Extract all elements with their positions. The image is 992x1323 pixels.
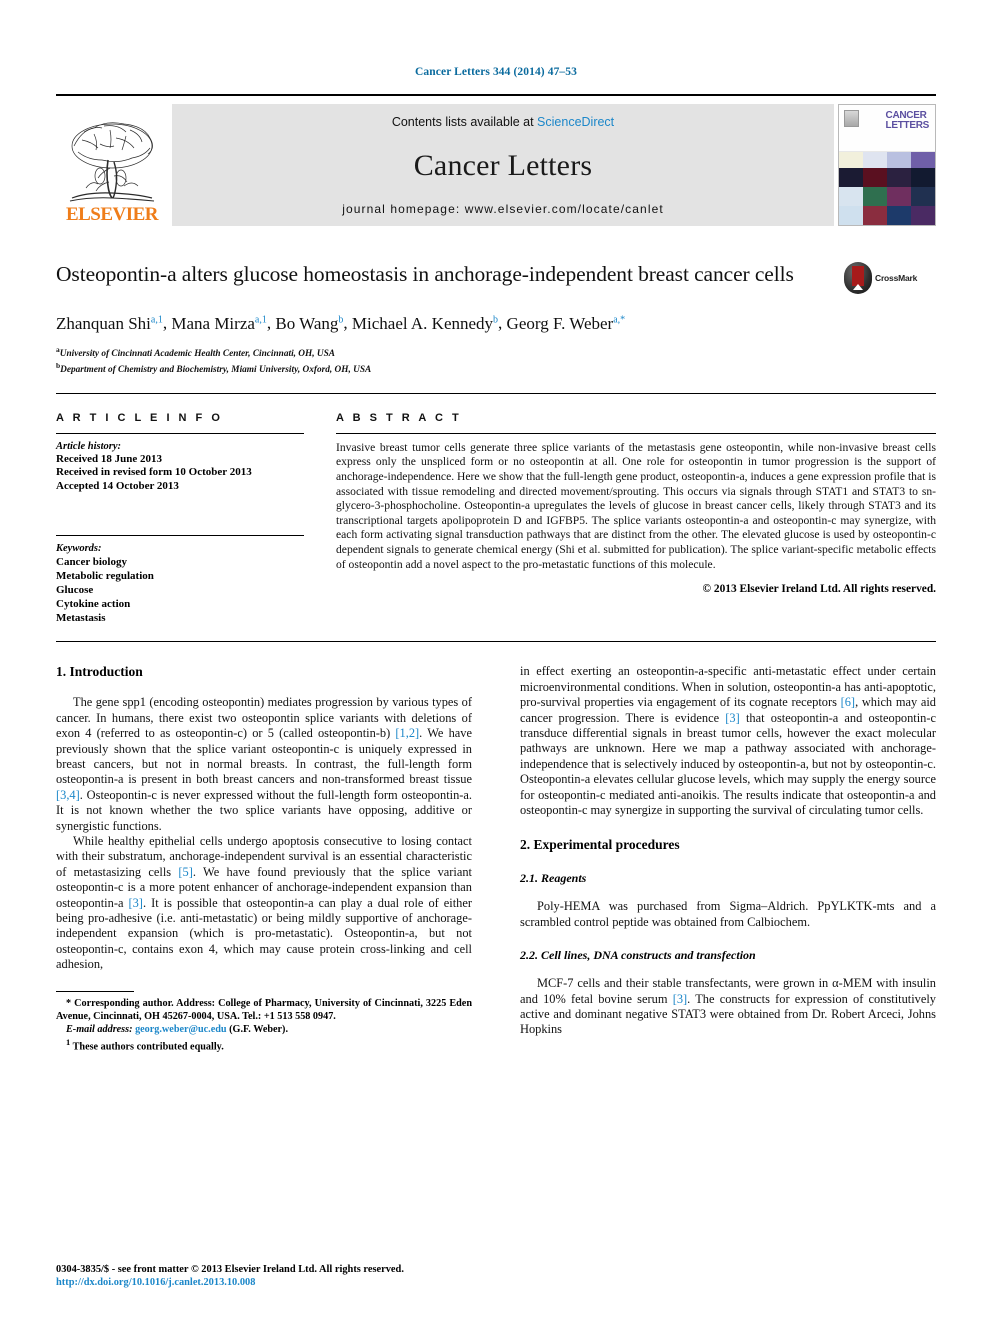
author: Georg F. Webera,* [506,313,626,333]
article-info-column: A R T I C L E I N F O Article history: R… [56,412,336,626]
left-column: 1. Introduction The gene spp1 (encoding … [56,664,472,1053]
doi-link[interactable]: http://dx.doi.org/10.1016/j.canlet.2013.… [56,1276,576,1289]
intro-paragraph-1: The gene spp1 (encoding osteopontin) med… [56,695,472,833]
issn-copyright-line: 0304-3835/$ - see front matter © 2013 El… [56,1264,404,1275]
subsection-heading-cell-lines: 2.2. Cell lines, DNA constructs and tran… [520,948,756,963]
running-head: Cancer Letters 344 (2014) 47–53 [415,66,577,78]
cell-lines-paragraph: MCF-7 cells and their stable transfectan… [520,976,937,1037]
abstract-body: Invasive breast tumor cells generate thr… [336,432,936,596]
right-column: in effect exerting an osteopontin-a-spec… [520,664,936,1053]
footnote-block: * Corresponding author. Address: College… [56,990,472,1053]
subsection-heading-reagents: 2.1. Reagents [520,871,587,886]
elsevier-logo: ELSEVIER [56,104,168,226]
contents-list-line: Contents lists available at ScienceDirec… [392,115,614,129]
copyright-line: © 2013 Elsevier Ireland Ltd. All rights … [702,583,936,596]
footnote-email: E-mail address: georg.weber@uc.edu (G.F.… [66,1023,288,1035]
sciencedirect-link[interactable]: ScienceDirect [537,115,614,129]
footnote-corresponding-author: * Corresponding author. Address: College… [56,997,472,1022]
affiliation-a: aUniversity of Cincinnati Academic Healt… [56,344,335,359]
keyword: Metastasis [56,612,106,625]
elsevier-tree-icon [69,122,155,202]
keyword: Glucose [56,584,94,597]
history-received: Received 18 June 2013 [56,452,163,465]
citation-link[interactable]: [6] [841,695,855,709]
author-list: Zhanquan Shia,1, Mana Mirzaa,1, Bo Wangb… [56,313,626,333]
keyword: Metabolic regulation [56,570,154,583]
keywords-block: Keywords: Cancer biology Metabolic regul… [56,535,304,625]
info-abstract-section: A R T I C L E I N F O Article history: R… [56,412,936,626]
email-label: E-mail address: [66,1023,133,1035]
citation-link[interactable]: [5] [178,865,192,879]
intro-paragraph-3-continued: in effect exerting an osteopontin-a-spec… [520,664,936,817]
cover-stamp-icon [844,110,859,127]
citation-link[interactable]: [3] [725,711,739,725]
article-page: Cancer Letters 344 (2014) 47–53 ELSEVIER… [0,0,992,1323]
crossmark-label: CrossMark [875,273,918,283]
abstract-column: A B S T R A C T Invasive breast tumor ce… [336,412,936,626]
masthead-center: Contents lists available at ScienceDirec… [172,104,834,226]
page-title: Osteopontin-a alters glucose homeostasis… [56,262,794,286]
keywords-label: Keywords: [56,543,102,555]
author-affiliation-marker: a,1 [254,314,267,325]
intro-paragraph-2: While healthy epithelial cells undergo a… [56,834,472,972]
section-heading-experimental: 2. Experimental procedures [520,837,680,853]
abstract-heading: A B S T R A C T [336,411,462,424]
contents-prefix: Contents lists available at [391,115,538,129]
history-revised: Received in revised form 10 October 2013 [56,466,252,479]
author: Mana Mirzaa,1 [171,313,267,333]
section-heading-introduction: 1. Introduction [56,664,143,680]
crossmark-badge-group[interactable]: CrossMark [844,260,936,294]
author-affiliation-marker: a,1 [150,314,163,325]
author-affiliation-marker: a,* [613,314,626,325]
journal-masthead: ELSEVIER Contents lists available at Sci… [56,94,936,226]
history-accepted: Accepted 14 October 2013 [56,479,179,492]
author: Bo Wangb [275,313,344,333]
citation-link[interactable]: [3] [673,992,687,1006]
elsevier-wordmark: ELSEVIER [65,204,159,225]
journal-title: Cancer Letters [413,148,593,182]
reagents-paragraph: Poly-HEMA was purchased from Sigma–Aldri… [520,899,936,929]
email-link[interactable]: georg.weber@uc.edu [135,1024,227,1035]
page-footer: 0304-3835/$ - see front matter © 2013 El… [56,1263,576,1289]
title-main: Osteopontin-a alters glucose homeostasis… [56,260,844,377]
cover-image-grid [839,168,935,225]
author: Michael A. Kennedyb [351,313,499,333]
title-area: Osteopontin-a alters glucose homeostasis… [56,260,936,377]
body-columns: 1. Introduction The gene spp1 (encoding … [56,664,936,1053]
keyword: Cytokine action [56,598,131,611]
affiliation-b: bDepartment of Chemistry and Biochemistr… [56,361,372,376]
journal-cover-thumbnail: CANCER LETTERS [838,104,936,226]
title-divider [56,392,936,394]
citation-link[interactable]: [1,2] [395,726,419,740]
citation-link[interactable]: [3,4] [56,788,80,802]
cover-journal-title: CANCER LETTERS [885,110,930,131]
body-divider [56,641,936,643]
footnote-equal-contribution: 1 These authors contributed equally. [66,1036,224,1053]
cover-top: CANCER LETTERS [839,105,935,152]
affiliation-list: aUniversity of Cincinnati Academic Healt… [56,344,830,377]
cover-color-band [839,152,935,168]
article-history-block: Article history: Received 18 June 2013 R… [56,432,304,494]
journal-homepage[interactable]: journal homepage: www.elsevier.com/locat… [342,202,664,216]
article-info-heading: A R T I C L E I N F O [56,411,223,424]
author: Zhanquan Shia,1 [56,313,163,333]
citation-link[interactable]: [3] [128,896,142,910]
article-history-label: Article history: [56,440,122,452]
keyword: Cancer biology [56,556,127,569]
abstract-text: Invasive breast tumor cells generate thr… [336,440,936,571]
crossmark-icon [844,262,872,294]
